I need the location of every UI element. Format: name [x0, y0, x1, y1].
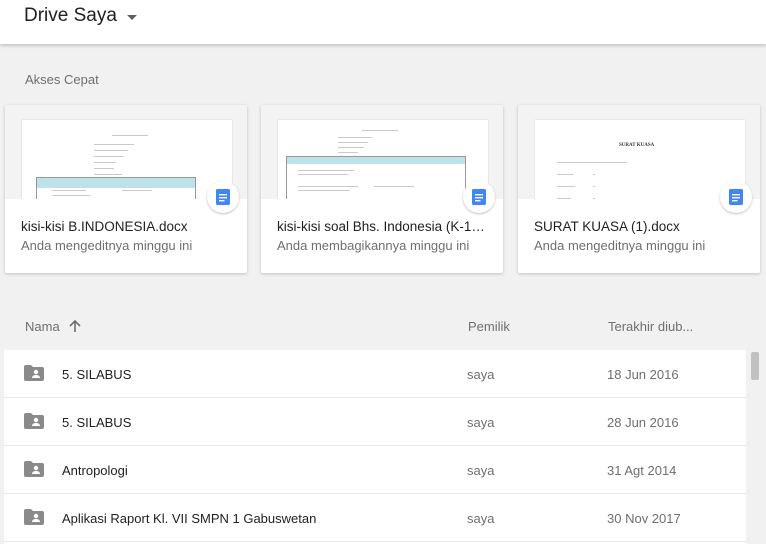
card-file-name: kisi-kisi soal Bhs. Indonesia (K-13).... — [277, 219, 491, 234]
google-docs-icon — [720, 181, 752, 213]
file-modified: 30 Nov 2017 — [607, 511, 681, 526]
document-preview — [278, 120, 488, 199]
drive-title: Drive Saya — [24, 5, 117, 26]
file-name: Antropologi — [62, 463, 128, 478]
file-owner: saya — [467, 463, 495, 478]
file-owner: saya — [467, 511, 495, 526]
file-list: 5. SILABUS saya 18 Jun 2016 5. SILABUS s… — [4, 350, 746, 544]
shared-folder-icon — [24, 365, 44, 386]
quick-access-card[interactable]: kisi-kisi B.INDONESIA.docx Anda mengedit… — [5, 105, 247, 273]
column-name-label: Nama — [25, 319, 60, 334]
document-preview — [22, 120, 232, 199]
scrollbar[interactable] — [746, 350, 766, 544]
document-preview: SURAT KUASA — [535, 120, 745, 199]
arrow-up-icon — [69, 320, 81, 333]
file-row[interactable]: Antropologi saya 31 Agt 2014 — [4, 446, 746, 494]
quick-access-card[interactable]: SURAT KUASA SURAT KUASA (1).docx Anda me… — [518, 105, 760, 273]
quick-access-label: Akses Cepat — [25, 72, 99, 87]
quick-access-card[interactable]: kisi-kisi soal Bhs. Indonesia (K-13)....… — [261, 105, 503, 273]
card-activity: Anda mengeditnya minggu ini — [21, 238, 193, 253]
file-row[interactable]: Aplikasi Raport Kl. VII SMPN 1 Gabusweta… — [4, 494, 746, 542]
column-header-name[interactable]: Nama — [25, 319, 81, 334]
thumbnail-heading: SURAT KUASA — [619, 143, 655, 148]
file-list-header: Nama Pemilik Terakhir diub... — [0, 300, 766, 350]
column-header-modified[interactable]: Terakhir diub... — [608, 319, 693, 334]
file-owner: saya — [467, 415, 495, 430]
card-activity: Anda mengeditnya minggu ini — [534, 238, 706, 253]
google-docs-icon — [207, 181, 239, 213]
top-bar: Drive Saya — [0, 0, 766, 44]
file-name: 5. SILABUS — [62, 415, 132, 430]
google-docs-icon — [463, 181, 495, 213]
card-file-name: kisi-kisi B.INDONESIA.docx — [21, 219, 188, 234]
column-header-owner[interactable]: Pemilik — [468, 319, 510, 334]
file-owner: saya — [467, 367, 495, 382]
shared-folder-icon — [24, 413, 44, 434]
caret-down-icon — [126, 14, 137, 20]
shared-folder-icon — [24, 509, 44, 530]
file-modified: 28 Jun 2016 — [607, 415, 679, 430]
my-drive-menu[interactable]: Drive Saya — [24, 5, 137, 27]
file-row[interactable]: 5. SILABUS saya 28 Jun 2016 — [4, 398, 746, 446]
file-row[interactable]: 5. SILABUS saya 18 Jun 2016 — [4, 350, 746, 398]
file-modified: 18 Jun 2016 — [607, 367, 679, 382]
shared-folder-icon — [24, 461, 44, 482]
file-name: Aplikasi Raport Kl. VII SMPN 1 Gabusweta… — [62, 511, 317, 526]
file-modified: 31 Agt 2014 — [607, 463, 677, 478]
card-activity: Anda membagikannya minggu ini — [277, 238, 470, 253]
file-name: 5. SILABUS — [62, 367, 132, 382]
scrollbar-thumb[interactable] — [751, 352, 759, 380]
card-file-name: SURAT KUASA (1).docx — [534, 219, 680, 234]
